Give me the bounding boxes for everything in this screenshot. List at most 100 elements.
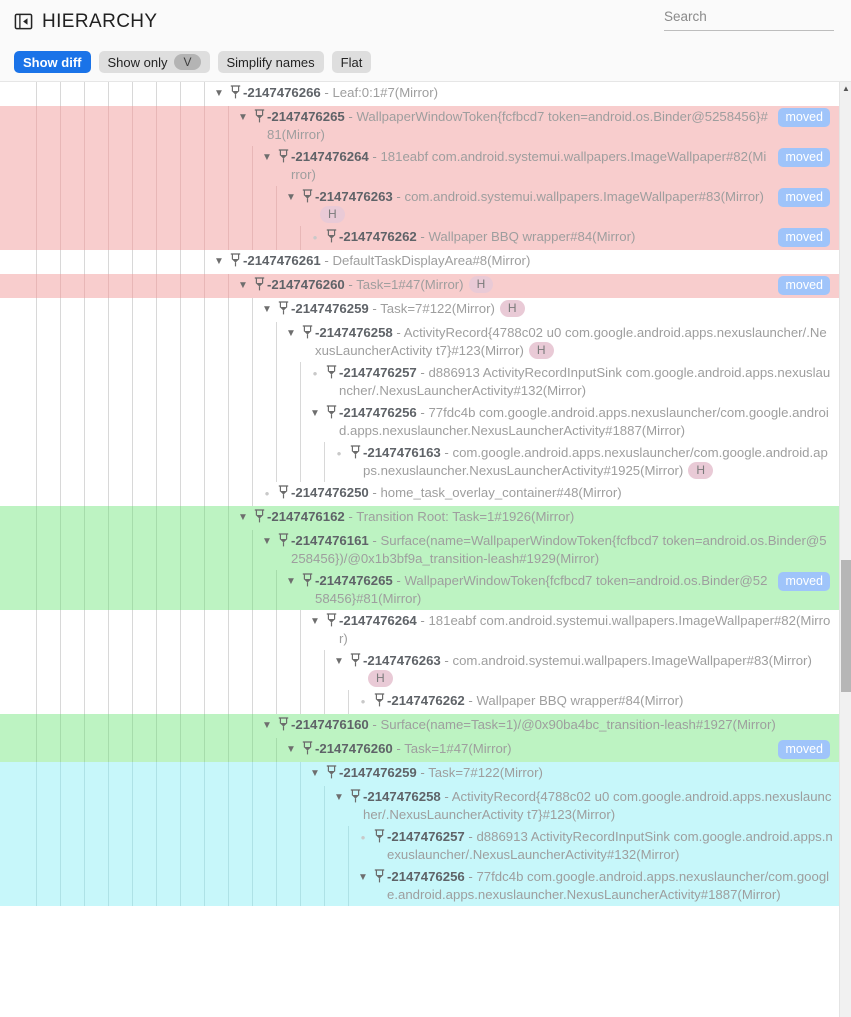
tree-row[interactable]: ▼ -2147476263 - com.android.systemui.wall…: [0, 186, 839, 226]
tree-row[interactable]: ▼ -2147476264 - 181eabf com.android.syste…: [0, 146, 839, 186]
tree-node-label[interactable]: -2147476257 - d886913 ActivityRecordInpu…: [339, 364, 839, 400]
expand-collapse-triangle-icon[interactable]: ▼: [234, 509, 252, 527]
pin-icon[interactable]: [324, 405, 339, 424]
tree-node-label[interactable]: -2147476161 - Surface(name=WallpaperWind…: [291, 532, 839, 568]
tree-node-label[interactable]: -2147476263 - com.android.systemui.wallp…: [363, 652, 839, 688]
tree-node-label[interactable]: -2147476262 - Wallpaper BBQ wrapper#84(M…: [387, 692, 839, 710]
expand-collapse-triangle-icon[interactable]: ▼: [258, 301, 276, 319]
scrollbar-thumb[interactable]: [841, 560, 851, 692]
pin-icon[interactable]: [348, 653, 363, 672]
tree-row[interactable]: ▼ -2147476259 - Task=7#122(Mirror) H: [0, 298, 839, 322]
simplify-names-button[interactable]: Simplify names: [217, 51, 324, 73]
pin-icon[interactable]: [348, 789, 363, 808]
tree-row[interactable]: ▼ -2147476266 - Leaf:0:1#7(Mirror): [0, 82, 839, 106]
pin-icon[interactable]: [228, 85, 243, 104]
expand-collapse-triangle-icon[interactable]: ▼: [258, 149, 276, 167]
tree-node-label[interactable]: -2147476265 - WallpaperWindowToken{fcfbc…: [315, 572, 776, 608]
tree-node-label[interactable]: -2147476262 - Wallpaper BBQ wrapper#84(M…: [339, 228, 776, 246]
tree-row[interactable]: • -2147476262 - Wallpaper BBQ wrapper#84(…: [0, 226, 839, 250]
expand-collapse-triangle-icon[interactable]: ▼: [234, 109, 252, 127]
tree-node-label[interactable]: -2147476160 - Surface(name=Task=1)/@0x90…: [291, 716, 839, 734]
tree-row[interactable]: ▼ -2147476256 - 77fdc4b com.google.androi…: [0, 866, 839, 906]
tree-node-label[interactable]: -2147476257 - d886913 ActivityRecordInpu…: [387, 828, 839, 864]
expand-collapse-triangle-icon[interactable]: ▼: [258, 533, 276, 551]
tree-node-label[interactable]: -2147476256 - 77fdc4b com.google.android…: [387, 868, 839, 904]
tree-node-label[interactable]: -2147476162 - Transition Root: Task=1#19…: [267, 508, 839, 526]
vertical-scrollbar[interactable]: ▲: [839, 82, 851, 1017]
scroll-up-arrow-icon[interactable]: ▲: [840, 84, 851, 94]
pin-icon[interactable]: [348, 445, 363, 464]
tree-row[interactable]: • -2147476262 - Wallpaper BBQ wrapper#84(…: [0, 690, 839, 714]
tree-row[interactable]: • -2147476163 - com.google.android.apps.n…: [0, 442, 839, 482]
pin-icon[interactable]: [300, 741, 315, 760]
tree-node-label[interactable]: -2147476265 - WallpaperWindowToken{fcfbc…: [267, 108, 776, 144]
expand-collapse-triangle-icon[interactable]: ▼: [306, 613, 324, 631]
expand-collapse-triangle-icon[interactable]: ▼: [330, 653, 348, 671]
tree-node-label[interactable]: -2147476266 - Leaf:0:1#7(Mirror): [243, 84, 839, 102]
expand-collapse-triangle-icon[interactable]: ▼: [282, 741, 300, 759]
tree-node-label[interactable]: -2147476261 - DefaultTaskDisplayArea#8(M…: [243, 252, 839, 270]
pin-icon[interactable]: [276, 301, 291, 320]
expand-collapse-triangle-icon[interactable]: ▼: [306, 765, 324, 783]
tree-node-label[interactable]: -2147476256 - 77fdc4b com.google.android…: [339, 404, 839, 440]
pin-icon[interactable]: [324, 365, 339, 384]
show-only-button[interactable]: Show only V: [98, 51, 210, 73]
tree-node-label[interactable]: -2147476260 - Task=1#47(Mirror): [315, 740, 776, 758]
tree-node-label[interactable]: -2147476250 - home_task_overlay_containe…: [291, 484, 839, 502]
tree-row[interactable]: ▼ -2147476258 - ActivityRecord{4788c02 u0…: [0, 786, 839, 826]
pin-icon[interactable]: [300, 189, 315, 208]
tree-node-label[interactable]: -2147476258 - ActivityRecord{4788c02 u0 …: [315, 324, 839, 360]
expand-collapse-triangle-icon[interactable]: ▼: [330, 789, 348, 807]
expand-collapse-triangle-icon[interactable]: ▼: [282, 573, 300, 591]
pin-icon[interactable]: [372, 829, 387, 848]
tree-node-label[interactable]: -2147476264 - 181eabf com.android.system…: [339, 612, 839, 648]
tree-row[interactable]: ▼ -2147476162 - Transition Root: Task=1#1…: [0, 506, 839, 530]
tree-row[interactable]: ▼ -2147476260 - Task=1#47(Mirror) moved: [0, 738, 839, 762]
tree-row[interactable]: ▼ -2147476259 - Task=7#122(Mirror): [0, 762, 839, 786]
expand-collapse-triangle-icon[interactable]: ▼: [210, 253, 228, 271]
tree-node-label[interactable]: -2147476259 - Task=7#122(Mirror): [339, 764, 839, 782]
flat-button[interactable]: Flat: [331, 51, 372, 73]
tree-row[interactable]: • -2147476257 - d886913 ActivityRecordInp…: [0, 826, 839, 866]
tree-row[interactable]: ▼ -2147476265 - WallpaperWindowToken{fcfb…: [0, 106, 839, 146]
pin-icon[interactable]: [276, 717, 291, 736]
pin-icon[interactable]: [324, 613, 339, 632]
pin-icon[interactable]: [324, 229, 339, 248]
tree-row[interactable]: ▼ -2147476263 - com.android.systemui.wall…: [0, 650, 839, 690]
expand-collapse-triangle-icon[interactable]: ▼: [258, 717, 276, 735]
pin-icon[interactable]: [228, 253, 243, 272]
expand-collapse-triangle-icon[interactable]: ▼: [234, 277, 252, 295]
tree-node-label[interactable]: -2147476259 - Task=7#122(Mirror) H: [291, 300, 839, 318]
pin-icon[interactable]: [252, 509, 267, 528]
pin-icon[interactable]: [276, 485, 291, 504]
show-diff-button[interactable]: Show diff: [14, 51, 91, 73]
tree-row[interactable]: ▼ -2147476256 - 77fdc4b com.google.androi…: [0, 402, 839, 442]
pin-icon[interactable]: [276, 149, 291, 168]
tree-row[interactable]: ▼ -2147476160 - Surface(name=Task=1)/@0x9…: [0, 714, 839, 738]
search-input[interactable]: [664, 9, 834, 31]
tree-row[interactable]: ▼ -2147476261 - DefaultTaskDisplayArea#8(…: [0, 250, 839, 274]
collapse-panel-icon[interactable]: [14, 12, 33, 31]
pin-icon[interactable]: [252, 277, 267, 296]
pin-icon[interactable]: [300, 573, 315, 592]
pin-icon[interactable]: [324, 765, 339, 784]
pin-icon[interactable]: [300, 325, 315, 344]
tree-row[interactable]: • -2147476257 - d886913 ActivityRecordInp…: [0, 362, 839, 402]
tree-node-label[interactable]: -2147476163 - com.google.android.apps.ne…: [363, 444, 839, 480]
expand-collapse-triangle-icon[interactable]: ▼: [306, 405, 324, 423]
tree-row[interactable]: ▼ -2147476264 - 181eabf com.android.syste…: [0, 610, 839, 650]
tree-node-label[interactable]: -2147476263 - com.android.systemui.wallp…: [315, 188, 776, 224]
expand-collapse-triangle-icon[interactable]: ▼: [282, 325, 300, 343]
expand-collapse-triangle-icon[interactable]: ▼: [354, 869, 372, 887]
tree-row[interactable]: • -2147476250 - home_task_overlay_contain…: [0, 482, 839, 506]
pin-icon[interactable]: [252, 109, 267, 128]
tree-node-label[interactable]: -2147476258 - ActivityRecord{4788c02 u0 …: [363, 788, 839, 824]
tree-row[interactable]: ▼ -2147476161 - Surface(name=WallpaperWin…: [0, 530, 839, 570]
tree-row[interactable]: ▼ -2147476260 - Task=1#47(Mirror) Hmoved: [0, 274, 839, 298]
expand-collapse-triangle-icon[interactable]: ▼: [210, 85, 228, 103]
pin-icon[interactable]: [372, 693, 387, 712]
tree-node-label[interactable]: -2147476264 - 181eabf com.android.system…: [291, 148, 776, 184]
tree-node-label[interactable]: -2147476260 - Task=1#47(Mirror) H: [267, 276, 776, 294]
expand-collapse-triangle-icon[interactable]: ▼: [282, 189, 300, 207]
tree-row[interactable]: ▼ -2147476258 - ActivityRecord{4788c02 u0…: [0, 322, 839, 362]
